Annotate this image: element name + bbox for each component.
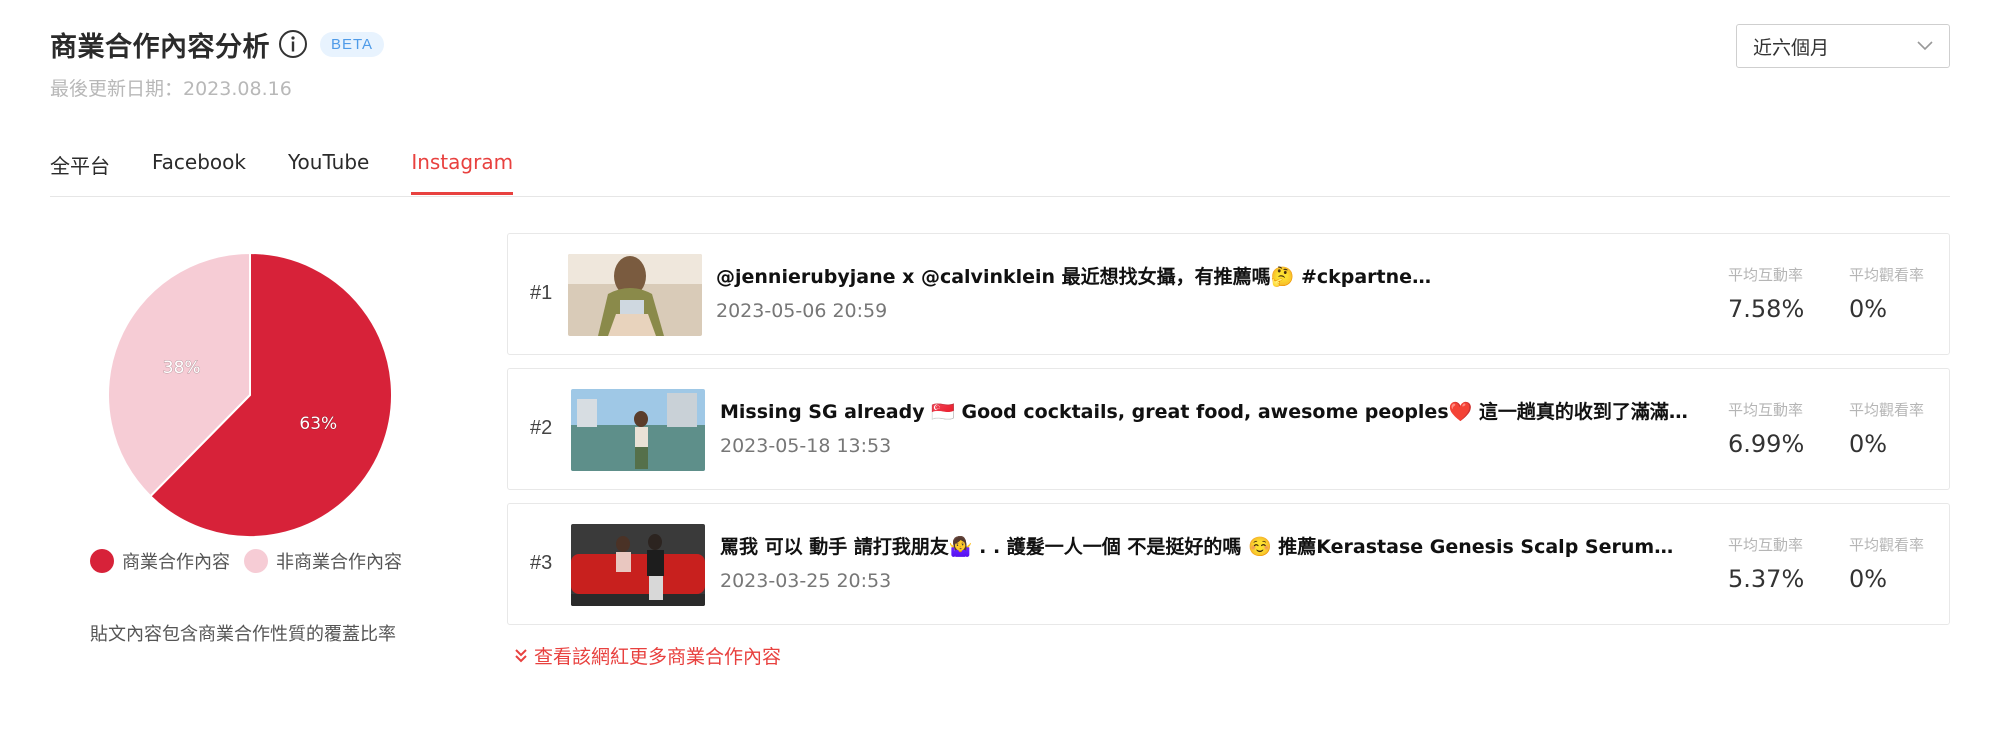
info-icon[interactable] [278, 29, 308, 59]
view-metric: 平均觀看率 0% [1849, 399, 1924, 458]
post-card[interactable]: #1 @jennierubyjane x @calvinklein 最近想找女攝… [507, 233, 1950, 355]
engagement-label: 平均互動率 [1728, 401, 1804, 419]
pie-chart: 63% 38% [105, 250, 395, 540]
legend-dot-commercial [90, 549, 114, 573]
period-select[interactable]: 近六個月 [1736, 24, 1950, 68]
view-label: 平均觀看率 [1849, 266, 1925, 284]
engagement-value: 5.37% [1728, 565, 1805, 593]
post-thumbnail[interactable] [571, 389, 705, 471]
post-card[interactable]: #3 罵我 可以 動手 請打我朋友🤷‍♀️ . . 護髮一人一個 不是挺好的嗎 … [507, 503, 1950, 625]
engagement-value: 7.58% [1728, 295, 1805, 323]
title-row: 商業合作內容分析 BETA [50, 24, 385, 64]
tab-youtube[interactable]: YouTube [288, 150, 369, 195]
legend-item-non-commercial: 非商業合作內容 [244, 548, 402, 574]
post-date: 2023-03-25 20:53 [720, 570, 892, 592]
post-date: 2023-05-18 13:53 [720, 435, 892, 457]
post-rank: #3 [530, 552, 553, 574]
post-caption[interactable]: Missing SG already 🇸🇬 Good cocktails, gr… [720, 397, 1690, 424]
post-card[interactable]: #2 Missing SG already 🇸🇬 Good cocktails,… [507, 368, 1950, 490]
tab-all-platforms[interactable]: 全平台 [50, 150, 110, 195]
pie-chart-svg: 63% 38% [107, 251, 393, 538]
post-rank: #2 [530, 417, 553, 439]
chart-caption: 貼文內容包含商業合作性質的覆蓋比率 [90, 624, 396, 645]
pie-label-non-commercial: 38% [163, 358, 201, 378]
legend-label-non-commercial: 非商業合作內容 [276, 552, 402, 573]
post-rank: #1 [530, 282, 553, 304]
legend-label-commercial: 商業合作內容 [122, 552, 230, 573]
pie-label-commercial: 63% [299, 414, 337, 434]
last-updated-text: 最後更新日期：2023.08.16 [50, 78, 292, 100]
tab-divider [50, 196, 1950, 197]
chart-legend: 商業合作內容 非商業合作內容 [90, 548, 416, 574]
chevron-down-icon [1917, 41, 1933, 51]
legend-item-commercial: 商業合作內容 [90, 548, 230, 574]
post-caption[interactable]: @jennierubyjane x @calvinklein 最近想找女攝，有推… [716, 262, 1436, 289]
page-title: 商業合作內容分析 [50, 31, 270, 63]
engagement-metric: 平均互動率 7.58% [1728, 264, 1804, 323]
view-more-label: 查看該網紅更多商業合作內容 [534, 646, 782, 668]
view-metric: 平均觀看率 0% [1849, 264, 1924, 323]
view-more-link[interactable]: 查看該網紅更多商業合作內容 [514, 642, 781, 669]
post-thumbnail[interactable] [568, 254, 702, 336]
engagement-label: 平均互動率 [1728, 266, 1804, 284]
view-value: 0% [1849, 430, 1888, 458]
page-header: 商業合作內容分析 BETA 最後更新日期：2023.08.16 [50, 24, 385, 101]
post-caption[interactable]: 罵我 可以 動手 請打我朋友🤷‍♀️ . . 護髮一人一個 不是挺好的嗎 ☺️ … [720, 532, 1690, 559]
double-chevron-down-icon [515, 648, 527, 662]
view-value: 0% [1849, 295, 1888, 323]
engagement-value: 6.99% [1728, 430, 1805, 458]
engagement-metric: 平均互動率 5.37% [1728, 534, 1804, 593]
beta-badge: BETA [320, 31, 385, 57]
post-thumbnail[interactable] [571, 524, 705, 606]
view-label: 平均觀看率 [1849, 536, 1925, 554]
view-label: 平均觀看率 [1849, 401, 1925, 419]
view-value: 0% [1849, 565, 1888, 593]
tab-facebook[interactable]: Facebook [152, 150, 246, 195]
period-select-value: 近六個月 [1753, 36, 1830, 59]
view-metric: 平均觀看率 0% [1849, 534, 1924, 593]
engagement-metric: 平均互動率 6.99% [1728, 399, 1804, 458]
legend-dot-non-commercial [244, 549, 268, 573]
post-date: 2023-05-06 20:59 [716, 300, 888, 322]
engagement-label: 平均互動率 [1728, 536, 1804, 554]
tab-instagram[interactable]: Instagram [411, 150, 514, 195]
platform-tabs: 全平台 Facebook YouTube Instagram [50, 150, 555, 195]
